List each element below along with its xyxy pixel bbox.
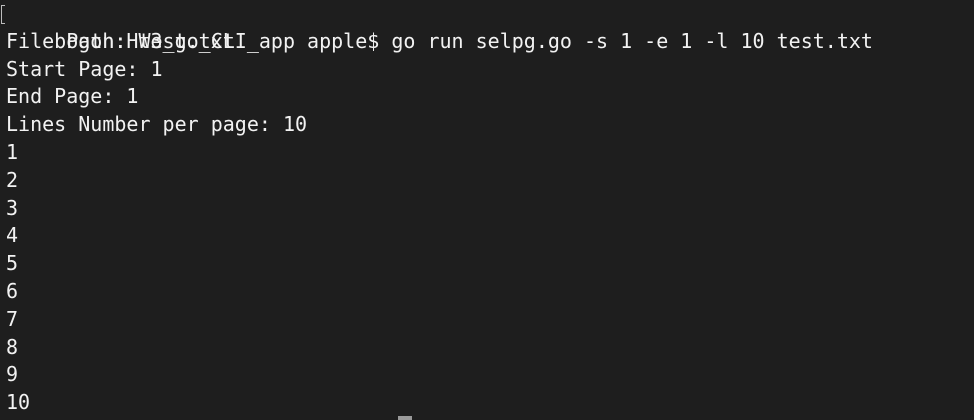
output-line: 3 — [6, 195, 19, 220]
output-line: 8 — [6, 334, 19, 359]
terminal-window[interactable]: bogon:HW3_go_CLI_app apple$ go run selpg… — [0, 0, 974, 420]
output-line: 6 — [6, 278, 19, 303]
output-line: 1 — [6, 139, 19, 164]
text-cursor — [398, 416, 412, 420]
output-line: 4 — [6, 223, 19, 248]
output-line: 7 — [6, 306, 19, 331]
output-line: 10 — [6, 390, 31, 415]
output-line: 2 — [6, 167, 19, 192]
output-line-lines-per-page: Lines Number per page: 10 — [6, 112, 308, 137]
mark-bracket-icon — [1, 5, 5, 24]
output-line-start-page: Start Page: 1 — [6, 56, 163, 81]
command-line: bogon:HW3_go_CLI_app apple$ go run selpg… — [1, 0, 974, 53]
command-text: bogon:HW3_go_CLI_app apple$ go run selpg… — [54, 28, 873, 53]
output-line-end-page: End Page: 1 — [6, 84, 139, 109]
output-line: 5 — [6, 251, 19, 276]
output-line: 9 — [6, 362, 19, 387]
